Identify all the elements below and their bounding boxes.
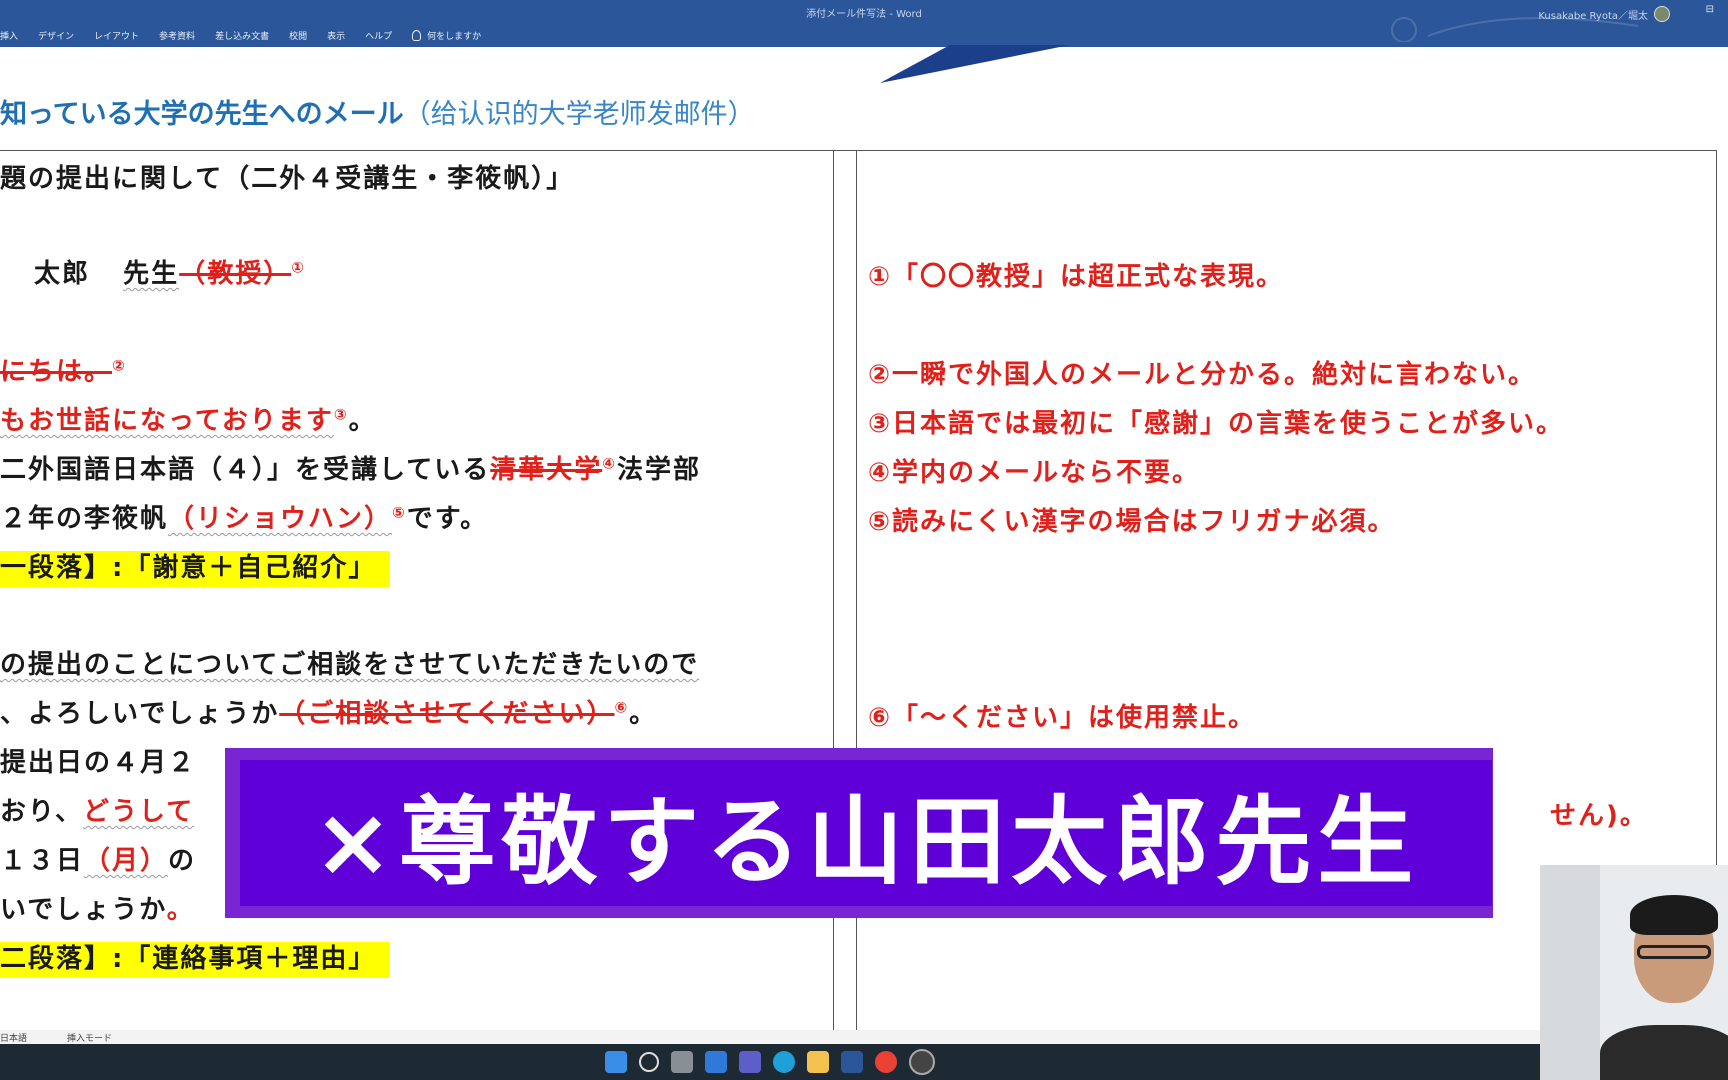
intro-course: 二外国語日本語（４）」を受講している <box>0 455 491 485</box>
tab-view[interactable]: 表示 <box>327 29 345 42</box>
intro-faculty: 法学部 <box>616 455 701 485</box>
page-title: 知っている大学の先生へのメール（给认识的大学老师发邮件） <box>0 92 755 131</box>
note-marker-4: ④ <box>602 454 617 473</box>
task-view-icon[interactable] <box>671 1051 693 1073</box>
email-greeting-line: にちは。② <box>0 351 127 388</box>
question-period: 。 <box>629 699 658 729</box>
tab-layout[interactable]: レイアウト <box>94 29 139 42</box>
start-icon[interactable] <box>605 1051 627 1073</box>
email-request-line: の提出のことについてご相談をさせていただきたいので <box>0 644 699 681</box>
chrome-browser-icon[interactable] <box>875 1051 897 1073</box>
note-3: ③日本語では最初に「感謝」の言葉を使うことが多い。 <box>868 409 1565 439</box>
note-marker-5: ⑤ <box>392 503 407 522</box>
tab-help[interactable]: ヘルプ <box>365 29 392 42</box>
tell-me-search[interactable]: 何をしますか <box>412 29 481 42</box>
date-weekday: （月） <box>84 846 169 876</box>
salutation-name: 太郎 <box>34 259 91 289</box>
tab-insert[interactable]: 挿入 <box>0 29 18 42</box>
avatar <box>1654 6 1670 22</box>
note-2: ②一瞬で外国人のメールと分かる。絶対に言わない。 <box>868 360 1537 390</box>
email-salutation-line: 太郎 先生（教授）① <box>34 253 306 290</box>
question-text: 、よろしいでしょうか <box>0 699 280 729</box>
email-reason-line: おり、どうして <box>0 791 194 828</box>
lightbulb-icon <box>412 30 422 41</box>
widgets-icon[interactable] <box>705 1051 727 1073</box>
webcam-wall <box>1540 865 1600 1080</box>
note-6: ⑥「～ください」は使用禁止。 <box>868 703 1257 733</box>
word-app-icon[interactable] <box>841 1051 863 1073</box>
closing-question: いでしょうか <box>0 895 167 925</box>
presenter-body <box>1600 1025 1728 1080</box>
reason-text: おり、 <box>0 797 83 827</box>
status-bar: 日本語 挿入モード <box>0 1030 1540 1044</box>
paragraph-1-label: 一段落】:「謝意＋自己紹介」 <box>0 547 391 587</box>
file-explorer-icon[interactable] <box>807 1051 829 1073</box>
name-end: です。 <box>406 504 489 534</box>
closing-period: 。 <box>166 895 195 925</box>
email-question-line: 、よろしいでしょうか（ご相談させてください）⑥。 <box>0 693 657 730</box>
heading-chinese: （给认识的大学老师发邮件） <box>403 99 755 130</box>
email-date-line: １３日（月）の <box>0 840 196 877</box>
note-marker-6: ⑥ <box>614 698 630 717</box>
furigana-reading: （リショウハン） <box>168 504 393 534</box>
email-thanks-line: もお世話になっております③。 <box>0 400 377 437</box>
obs-studio-icon[interactable] <box>909 1049 935 1075</box>
edge-browser-icon[interactable] <box>773 1051 795 1073</box>
note-marker-3: ③ <box>333 405 349 424</box>
search-icon[interactable] <box>639 1052 659 1072</box>
tab-mailings[interactable]: 差し込み文書 <box>215 29 269 42</box>
paragraph-2-label: 二段落】:「連絡事項＋理由」 <box>0 938 391 978</box>
struck-greeting: にちは。 <box>0 357 113 387</box>
note-1: ①「〇〇教授」は超正式な表現。 <box>868 262 1285 292</box>
email-deadline-line: 提出日の４月２ <box>0 748 197 778</box>
account-area[interactable]: Kusakabe Ryota／堀太 <box>1538 6 1670 22</box>
tab-references[interactable]: 参考資料 <box>159 29 195 42</box>
email-subject-line: 題の提出に関して（二外４受講生・李筱帆）」 <box>0 164 575 194</box>
note-5: ⑤読みにくい漢字の場合はフリガナ必須。 <box>868 507 1396 537</box>
account-name: Kusakabe Ryota／堀太 <box>1538 10 1648 22</box>
video-caption: ×尊敬する山田太郎先生 <box>240 760 1492 906</box>
note-7-partial: せん)。 <box>1550 801 1648 831</box>
note-4: ④学内のメールなら不要。 <box>868 458 1201 488</box>
date-particle: の <box>168 846 197 876</box>
windows-taskbar <box>0 1044 1540 1080</box>
paragraph-1-highlight: 一段落】:「謝意＋自己紹介」 <box>0 551 391 587</box>
reason-red: どうして <box>82 797 195 827</box>
status-language[interactable]: 日本語 <box>0 1031 27 1044</box>
email-intro-line: 二外国語日本語（４）」を受講している清華大学④法学部 <box>0 449 701 486</box>
heading-japanese: 知っている大学の先生へのメール <box>0 99 404 130</box>
presenter-hair <box>1630 895 1718 935</box>
struck-request: （ご相談させてください） <box>279 699 615 729</box>
tell-me-label: 何をしますか <box>427 32 482 42</box>
tab-design[interactable]: デザイン <box>38 29 74 42</box>
status-input-mode[interactable]: 挿入モード <box>67 1031 112 1044</box>
email-name-line: ２年の李筱帆（リショウハン）⑤です。 <box>0 498 488 535</box>
presenter-glasses <box>1637 945 1711 959</box>
struck-university: 清華大学 <box>490 455 603 485</box>
ribbon-tabs: 挿入 デザイン レイアウト 参考資料 差し込み文書 校閲 表示 ヘルプ 何をしま… <box>0 29 481 42</box>
tab-review[interactable]: 校閲 <box>289 29 307 42</box>
name-text: ２年の李筱帆 <box>0 504 169 534</box>
salutation-title: 先生 <box>123 259 180 289</box>
note-marker-1: ① <box>291 258 306 277</box>
caption-text: ×尊敬する山田太郎先生 <box>312 785 1420 898</box>
word-ribbon: 添付メール件写法 - Word 挿入 デザイン レイアウト 参考資料 差し込み文… <box>0 0 1728 47</box>
request-text: の提出のことについてご相談をさせていただきたいので <box>0 650 700 680</box>
ribbon-display-options-icon[interactable]: ⊟ <box>1706 4 1714 15</box>
webcam-overlay <box>1540 865 1728 1080</box>
date-text: １３日 <box>0 846 85 876</box>
paragraph-2-highlight: 二段落】:「連絡事項＋理由」 <box>0 942 391 978</box>
thanks-period: 。 <box>348 406 377 436</box>
struck-professor: （教授） <box>179 259 292 289</box>
teams-chat-icon[interactable] <box>739 1051 761 1073</box>
decorative-wedge <box>880 45 1070 83</box>
thanks-phrase: もお世話になっております <box>0 406 334 436</box>
note-marker-2: ② <box>112 356 127 375</box>
email-closing-question-line: いでしょうか。 <box>0 889 195 926</box>
